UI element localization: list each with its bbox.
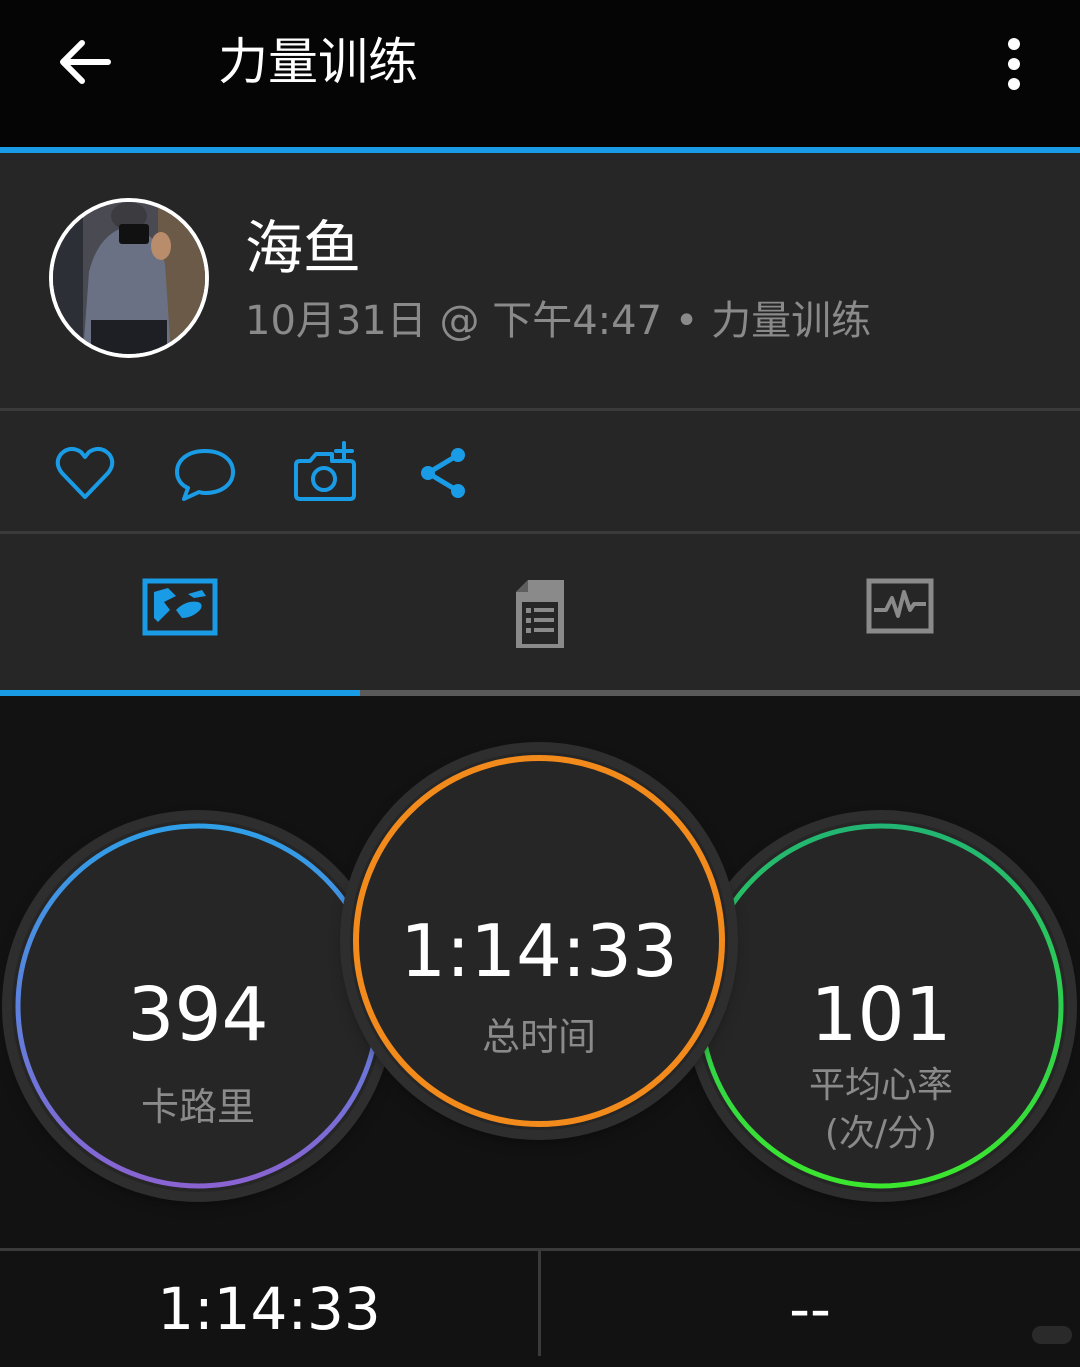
share-icon (421, 448, 465, 498)
bottom-left-value: 1:14:33 (157, 1275, 381, 1343)
top-app-bar: 力量训练 (0, 0, 1080, 147)
watermark-badge (1032, 1326, 1072, 1344)
total-time-label: 总时间 (481, 1015, 596, 1059)
bottom-stats-row: 1:14:33 -- (0, 1248, 1080, 1356)
activity-header: 海鱼 10月31日 @ 下午4:47 • 力量训练 (0, 153, 1080, 408)
back-button[interactable] (52, 30, 116, 94)
tab-bar (0, 534, 1080, 690)
map-overview-icon (142, 578, 218, 636)
page-title: 力量训练 (218, 33, 418, 91)
chart-heartbeat-icon (866, 578, 934, 634)
avatar[interactable] (49, 198, 209, 358)
tab-overview[interactable] (0, 534, 360, 690)
comment-button[interactable] (172, 441, 238, 507)
document-list-icon (516, 580, 564, 648)
activity-date-type: 10月31日 @ 下午4:47 • 力量训练 (245, 298, 872, 344)
add-photo-button[interactable] (292, 441, 358, 507)
camera-add-icon (294, 441, 356, 501)
comment-icon (175, 449, 235, 501)
tab-details[interactable] (360, 534, 720, 690)
user-name[interactable]: 海鱼 (245, 208, 361, 288)
bottom-right-value: -- (789, 1275, 831, 1343)
share-button[interactable] (412, 441, 478, 507)
tab-charts[interactable] (720, 534, 1080, 690)
more-vertical-icon (1008, 38, 1020, 90)
like-button[interactable] (52, 441, 118, 507)
avg-heart-rate-stat: 101 平均心率 (次/分) (695, 820, 1067, 1192)
calories-label: 卡路里 (140, 1085, 255, 1129)
avatar-photo (53, 202, 205, 354)
calories-stat: 394 卡路里 (12, 820, 384, 1192)
calories-value: 394 (127, 972, 269, 1058)
total-time-stat: 1:14:33 总时间 (350, 752, 728, 1130)
more-options-button[interactable] (990, 34, 1038, 94)
total-time-value: 1:14:33 (400, 909, 678, 993)
arrow-left-icon (60, 40, 111, 84)
avg-heart-rate-unit: (次/分) (824, 1113, 938, 1154)
action-bar (0, 411, 1080, 531)
stats-summary: 394 卡路里 101 平均心率 (次/分) 1:14:33 总时间 (0, 696, 1080, 1248)
avg-heart-rate-label: 平均心率 (808, 1065, 953, 1106)
avg-heart-rate-value: 101 (810, 972, 952, 1058)
heart-icon (55, 447, 115, 499)
